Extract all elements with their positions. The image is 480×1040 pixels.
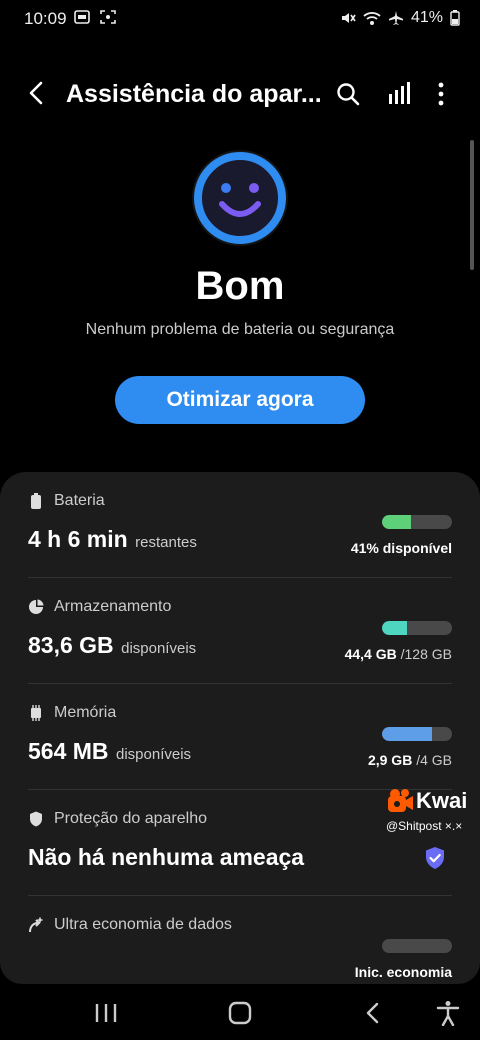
storage-pie-icon [29, 599, 44, 614]
kwai-name: Kwai [416, 788, 468, 813]
battery-level-fill [382, 515, 411, 529]
ultra-data-saving-bar [382, 939, 452, 953]
battery-item[interactable]: Bateria 4 h 6 min restantes 41% disponív… [28, 472, 452, 577]
protection-label: Proteção do aparelho [54, 810, 207, 827]
storage-total: /128 GB [400, 646, 452, 662]
mute-icon [341, 13, 356, 23]
storage-level-fill [382, 621, 407, 635]
protection-status: Não há nenhuma ameaça [28, 844, 305, 870]
scrollbar[interactable] [470, 140, 474, 270]
memory-value: 564 MB [28, 738, 109, 764]
memory-level-bar [382, 727, 452, 741]
battery-level-bar [382, 515, 452, 529]
ultra-data-saving-item[interactable]: Ultra economia de dados Inic. economia [28, 896, 452, 984]
wifi-icon [363, 12, 381, 25]
data-saving-icon [29, 917, 43, 933]
storage-level-bar [382, 621, 452, 635]
screenshot-icon [100, 10, 116, 24]
shield-check-icon [426, 847, 444, 869]
status-bar: 10:09 41% [0, 0, 480, 38]
battery-icon [31, 493, 41, 509]
memory-label: Memória [54, 704, 117, 721]
app-title: Assistência do apar... [66, 80, 322, 108]
kwai-logo [388, 789, 413, 812]
storage-used: 44,4 GB [344, 646, 397, 662]
nav-back-icon[interactable] [360, 1000, 388, 1026]
memory-total: /4 GB [416, 752, 452, 768]
memory-item[interactable]: Memória 564 MB disponíveis 2,9 GB /4 GB [28, 684, 452, 789]
device-care-card: Bateria 4 h 6 min restantes 41% disponív… [0, 472, 480, 984]
storage-unit: disponíveis [121, 640, 197, 657]
storage-item[interactable]: Armazenamento 83,6 GB disponíveis 44,4 G… [28, 578, 452, 683]
start-saving-text: Inic. economia [354, 964, 452, 980]
status-subtitle: Nenhum problema de bateria ou segurança [85, 321, 395, 338]
recent-apps-icon[interactable] [92, 1000, 120, 1026]
battery-icon [450, 10, 460, 26]
memory-level-fill [382, 727, 433, 741]
airplane-icon [388, 11, 403, 25]
navigation-bar [0, 984, 480, 1040]
shield-icon [30, 811, 42, 827]
home-icon[interactable] [226, 1000, 254, 1026]
battery-available-text: 41% disponível [350, 540, 452, 556]
accessibility-icon[interactable] [434, 1000, 462, 1026]
app-bar: Assistência do apar... [0, 70, 480, 118]
battery-time-value: 4 h 6 min [28, 526, 128, 552]
battery-time-unit: restantes [135, 534, 197, 551]
search-icon[interactable] [334, 80, 362, 108]
storage-label: Armazenamento [54, 598, 172, 615]
more-options-icon[interactable] [430, 80, 452, 108]
memory-used: 2,9 GB [367, 752, 413, 768]
optimize-now-button[interactable]: Otimizar agora [115, 376, 365, 424]
back-arrow-icon[interactable] [22, 78, 52, 108]
battery-percent: 41% [410, 9, 443, 26]
status-time: 10:09 [24, 9, 67, 28]
battery-label: Bateria [54, 492, 105, 509]
signal-bars-icon[interactable] [386, 80, 414, 108]
memory-unit: disponíveis [116, 746, 192, 763]
memory-chip-icon [31, 705, 41, 721]
ultra-data-saving-label: Ultra economia de dados [54, 916, 232, 933]
screen-record-icon [74, 10, 90, 24]
status-title: Bom [195, 264, 285, 308]
smiley-face-icon [192, 150, 288, 246]
storage-value: 83,6 GB [28, 632, 114, 658]
kwai-handle: @Shitpost ×.× [386, 819, 463, 833]
